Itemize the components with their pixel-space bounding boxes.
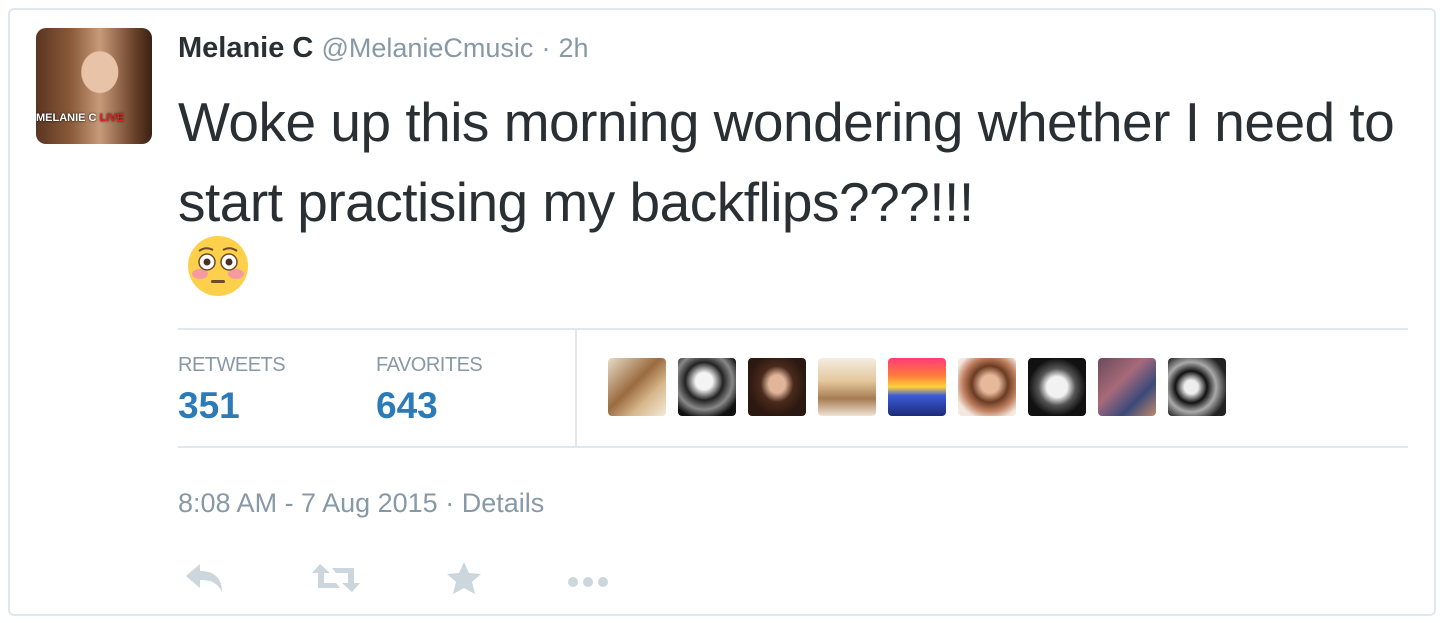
author-name[interactable]: Melanie C [178,32,313,64]
favoriter-avatar[interactable] [888,358,946,416]
tweet-stats: RETWEETS 351 FAVORITES 643 [178,328,1408,448]
favorite-icon[interactable] [444,560,484,596]
retweets-label: RETWEETS [178,354,286,376]
stats-divider [575,330,577,446]
favoriter-avatar[interactable] [678,358,736,416]
favoriter-avatar[interactable] [608,358,666,416]
reply-icon[interactable] [182,560,226,596]
author-handle[interactable]: @MelanieCmusic [321,33,533,63]
more-icon[interactable] [564,560,614,596]
tweet-timestamp[interactable]: 8:08 AM - 7 Aug 2015 [178,488,438,518]
retweets-stat[interactable]: RETWEETS 351 [178,354,286,427]
tweet-card: MELANIE C LIVE Melanie C @MelanieCmusic … [8,8,1436,616]
retweets-count: 351 [178,385,240,426]
favoriter-avatar[interactable] [1098,358,1156,416]
tweet-age[interactable]: 2h [559,33,589,63]
favoriter-avatar[interactable] [1028,358,1086,416]
favoriter-avatar[interactable] [748,358,806,416]
favoriter-avatar[interactable] [1168,358,1226,416]
tweet-header: Melanie C @MelanieCmusic · 2h [178,32,589,65]
header-separator: · [541,33,551,63]
favoriter-avatar[interactable] [818,358,876,416]
meta-separator: · [445,488,455,518]
flushed-face-emoji [188,236,248,296]
details-link[interactable]: Details [462,488,545,518]
retweet-icon[interactable] [310,560,362,596]
favorites-count: 643 [376,385,438,426]
favoriter-avatar[interactable] [958,358,1016,416]
author-avatar[interactable]: MELANIE C LIVE [36,28,152,144]
tweet-text: Woke up this morning wondering whether I… [178,91,1395,233]
favorites-label: FAVORITES [376,354,483,376]
avatar-logo: MELANIE C LIVE [36,112,125,124]
favorites-stat[interactable]: FAVORITES 643 [376,354,483,427]
tweet-meta: 8:08 AM - 7 Aug 2015 · Details [178,488,544,519]
